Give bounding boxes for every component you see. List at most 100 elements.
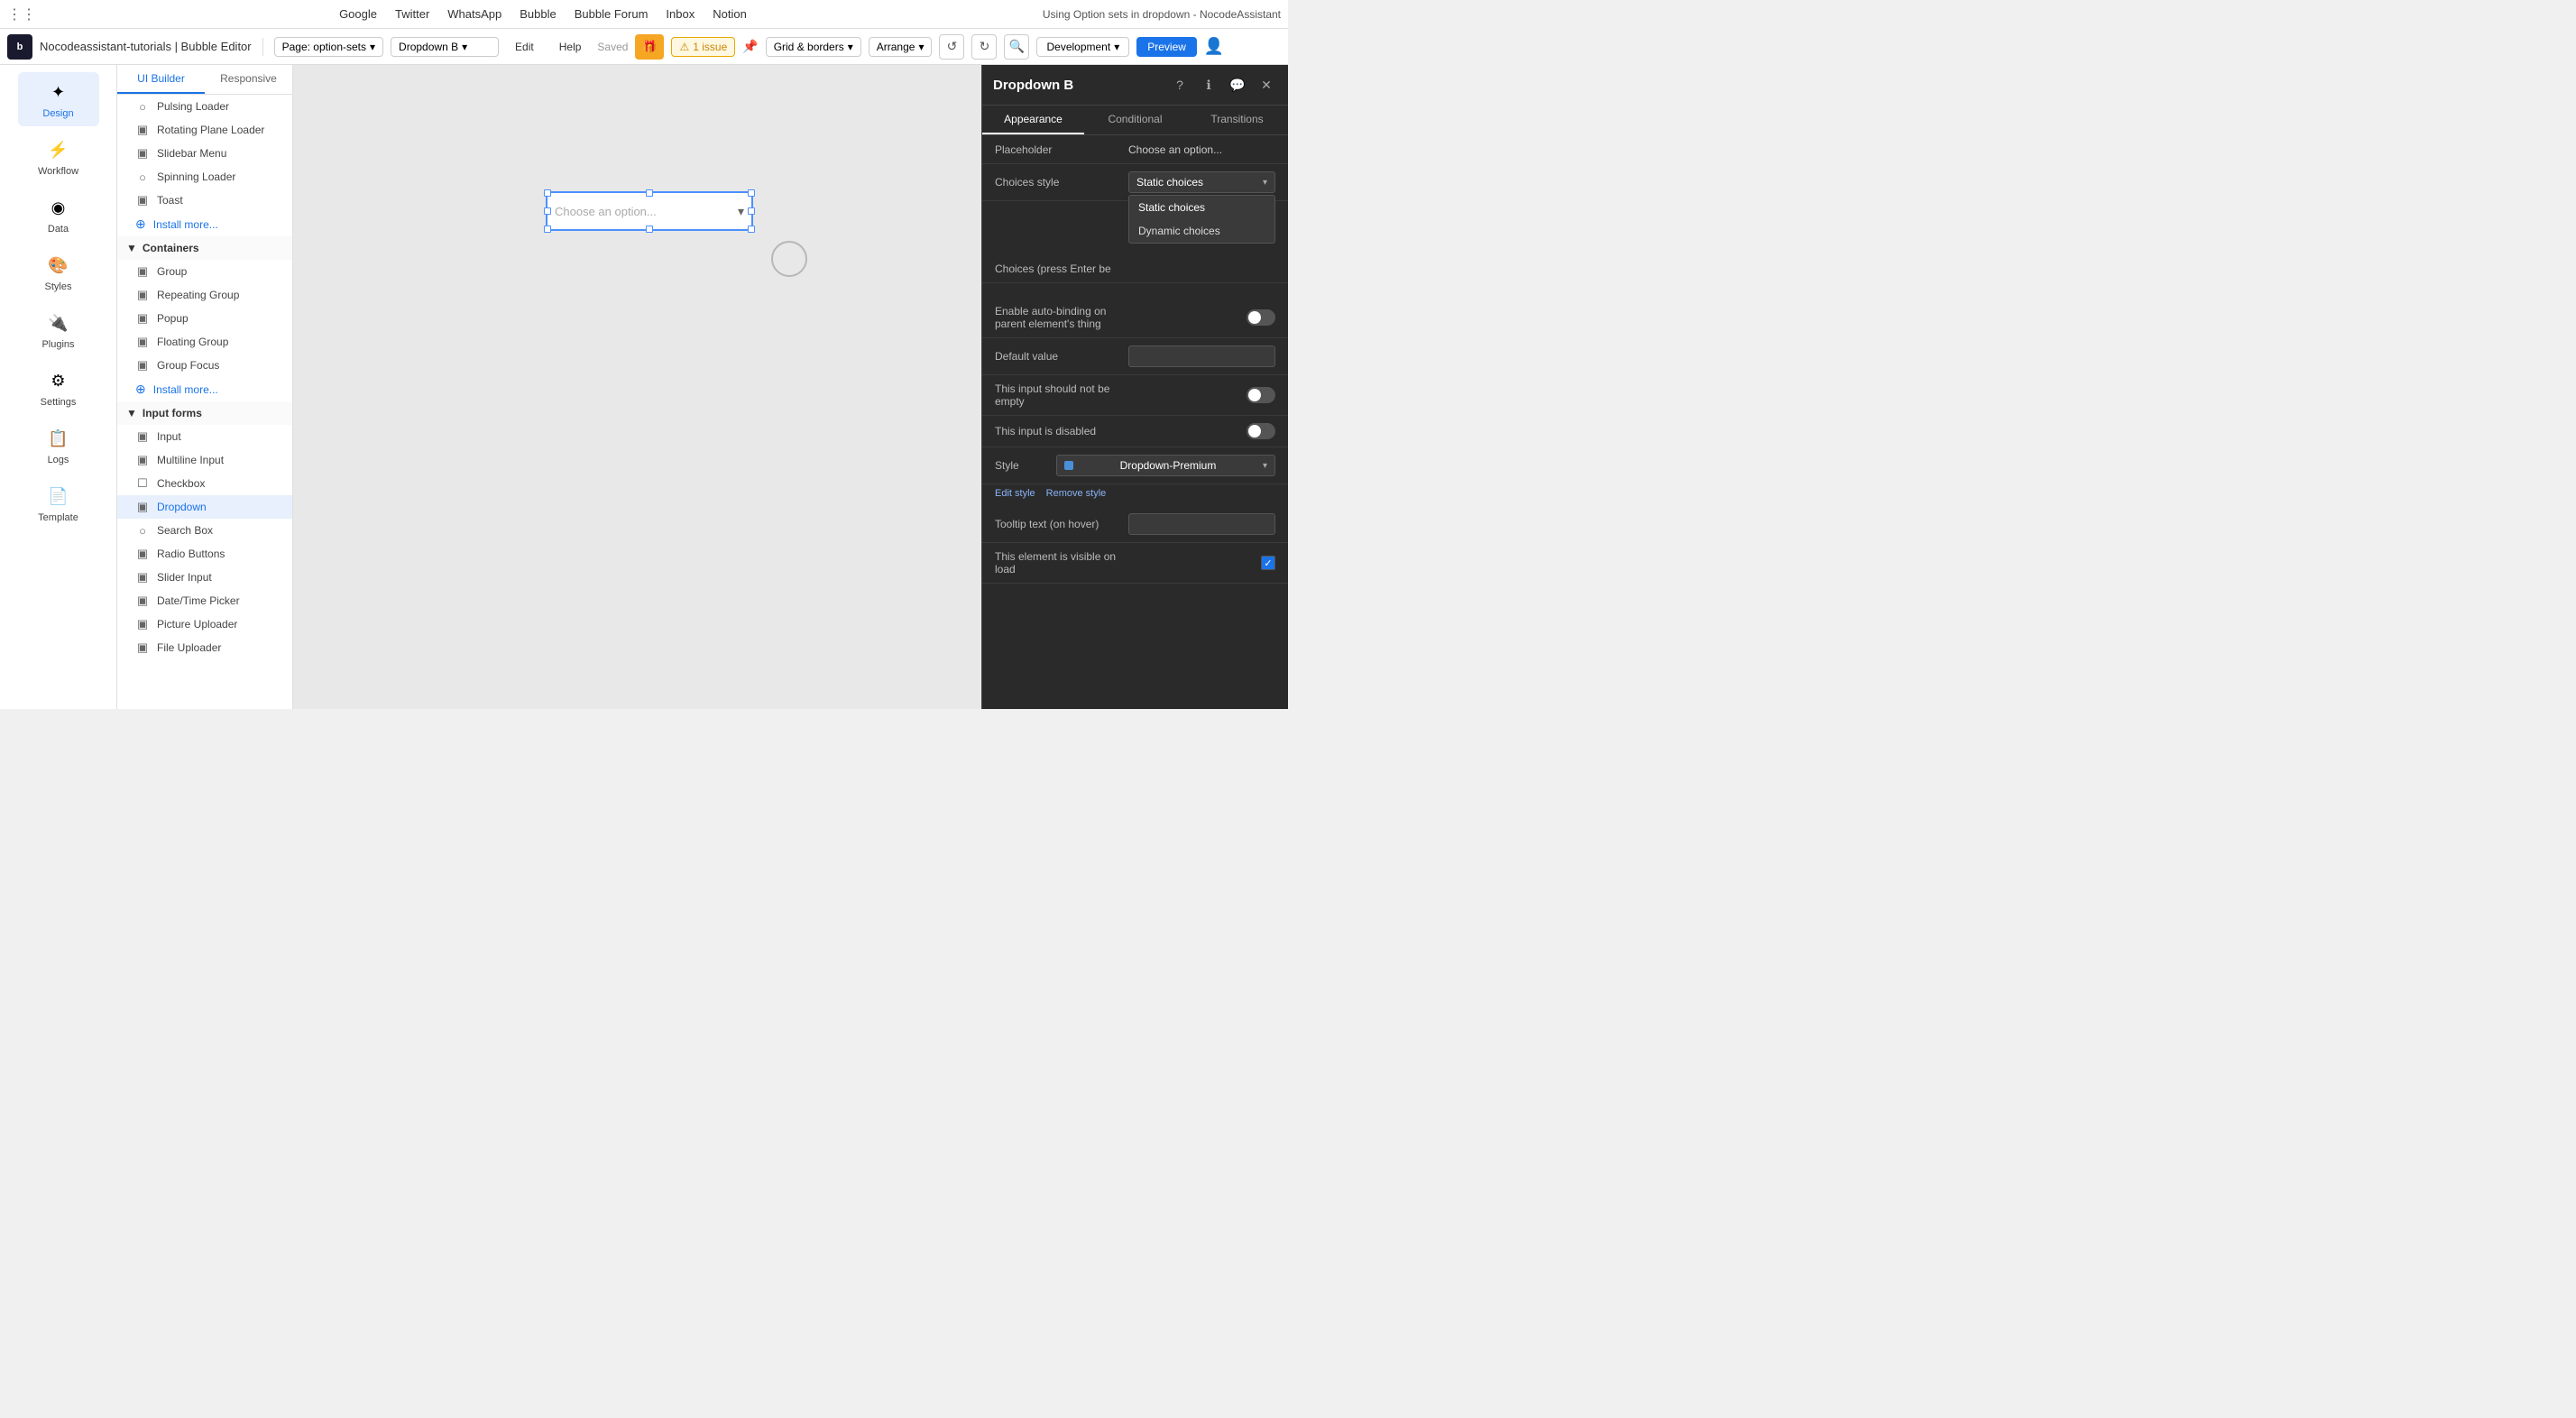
panel-item-input[interactable]: ▣ Input [117,425,292,448]
search-box-icon: ○ [135,523,150,538]
search-button[interactable]: 🔍 [1004,34,1029,60]
remove-style-link[interactable]: Remove style [1046,488,1107,499]
sidebar-item-logs[interactable]: 📋 Logs [18,419,99,473]
disabled-toggle[interactable] [1247,423,1275,439]
tab-responsive[interactable]: Responsive [205,65,292,94]
sidebar-item-template[interactable]: 📄 Template [18,476,99,530]
grid-borders-button[interactable]: Grid & borders ▾ [766,37,861,57]
comment-icon-button[interactable]: 💬 [1227,74,1248,96]
sidebar-item-design[interactable]: ✦ Design [18,72,99,126]
info-icon-button[interactable]: ℹ [1198,74,1219,96]
preview-button[interactable]: Preview [1136,37,1197,57]
top-bar-link[interactable]: Twitter [395,7,429,21]
top-bar-right-label: Using Option sets in dropdown - NocodeAs… [1043,8,1281,21]
panel-item-repeating-group[interactable]: ▣ Repeating Group [117,283,292,307]
slidebar-menu-icon: ▣ [135,146,150,161]
sidebar-item-styles[interactable]: 🎨 Styles [18,245,99,299]
panel-item-label: Date/Time Picker [157,594,240,607]
panel-item-search-box[interactable]: ○ Search Box [117,519,292,542]
choices-option-dynamic[interactable]: Dynamic choices [1129,219,1274,243]
visible-on-load-checkbox[interactable]: ✓ [1261,556,1275,570]
top-bar-link[interactable]: Bubble Forum [575,7,649,21]
user-avatar[interactable]: 👤 [1204,37,1224,56]
close-icon-button[interactable]: ✕ [1256,74,1277,96]
dev-arrow: ▾ [1114,41,1119,53]
panel-item-toast[interactable]: ▣ Toast [117,189,292,212]
components-panel: UI Builder Responsive ○ Pulsing Loader ▣… [117,65,293,709]
choices-style-dropdown-button[interactable]: Static choices ▾ [1128,171,1275,193]
tab-ui-builder[interactable]: UI Builder [117,65,205,94]
tab-appearance[interactable]: Appearance [982,106,1084,134]
panel-item-pulsing-loader[interactable]: ○ Pulsing Loader [117,95,292,118]
top-bar-link[interactable]: Notion [713,7,747,21]
placeholder-input[interactable] [1128,143,1275,156]
install-more-top[interactable]: ⊕ Install more... [117,212,292,236]
file-uploader-icon: ▣ [135,640,150,655]
panel-item-file-uploader[interactable]: ▣ File Uploader [117,636,292,659]
redo-button[interactable]: ↻ [971,34,997,60]
sidebar-item-plugins[interactable]: 🔌 Plugins [18,303,99,357]
top-bar-link[interactable]: Inbox [666,7,695,21]
install-more-label: Install more... [153,218,218,231]
sidebar-item-label-workflow: Workflow [38,166,78,177]
tab-conditional[interactable]: Conditional [1084,106,1186,134]
input-forms-section-header[interactable]: ▼ Input forms [117,401,292,425]
top-bar-link[interactable]: Google [339,7,377,21]
sidebar-item-settings[interactable]: ⚙ Settings [18,361,99,415]
panel-item-label: Dropdown [157,501,207,513]
not-empty-toggle[interactable] [1247,387,1275,403]
panel-item-multiline-input[interactable]: ▣ Multiline Input [117,448,292,472]
panel-item-floating-group[interactable]: ▣ Floating Group [117,330,292,354]
panel-item-dropdown[interactable]: ▣ Dropdown [117,495,292,519]
containers-section-header[interactable]: ▼ Containers [117,236,292,260]
dev-button[interactable]: Development ▾ [1036,37,1129,57]
canvas: Choose an option... ▾ [293,65,981,709]
panel-item-picture-uploader[interactable]: ▣ Picture Uploader [117,612,292,636]
panel-item-popup[interactable]: ▣ Popup [117,307,292,330]
panel-item-datetime-picker[interactable]: ▣ Date/Time Picker [117,589,292,612]
panel-item-spinning-loader[interactable]: ○ Spinning Loader [117,165,292,189]
group-icon: ▣ [135,264,150,279]
tooltip-row: Tooltip text (on hover) [982,506,1288,543]
issue-button[interactable]: ⚠ 1 issue [671,37,735,57]
choices-option-static[interactable]: Static choices [1129,196,1274,219]
panel-item-rotating-plane[interactable]: ▣ Rotating Plane Loader [117,118,292,142]
tooltip-input[interactable] [1128,513,1275,535]
gift-button[interactable]: 🎁 [635,34,664,60]
arrange-arrow: ▾ [918,41,924,53]
sidebar-item-data[interactable]: ◉ Data [18,188,99,242]
handle-mr [748,207,755,215]
undo-button[interactable]: ↺ [939,34,964,60]
dropdown-widget[interactable]: Choose an option... ▾ [546,191,753,231]
sidebar-item-workflow[interactable]: ⚡ Workflow [18,130,99,184]
install-more-containers[interactable]: ⊕ Install more... [117,377,292,401]
top-bar-link[interactable]: Bubble [520,7,556,21]
sidebar-item-label-data: Data [48,224,69,235]
element-select[interactable]: Dropdown B ▾ [391,37,499,57]
help-icon-button[interactable]: ? [1169,74,1191,96]
right-panel-actions: ? ℹ 💬 ✕ [1169,74,1277,96]
autobinding-label: Enable auto-binding on parent element's … [995,305,1121,330]
panel-item-checkbox[interactable]: ☐ Checkbox [117,472,292,495]
help-button[interactable]: Help [550,37,591,57]
tab-transitions[interactable]: Transitions [1186,106,1288,134]
choices-input-label: Choices (press Enter be [995,262,1121,275]
panel-item-group-focus[interactable]: ▣ Group Focus [117,354,292,377]
autobinding-toggle[interactable] [1247,309,1275,326]
rotating-plane-icon: ▣ [135,123,150,137]
default-value-input[interactable] [1128,345,1275,367]
panel-item-slider-input[interactable]: ▣ Slider Input [117,566,292,589]
edit-style-link[interactable]: Edit style [995,488,1035,499]
panel-item-radio-buttons[interactable]: ▣ Radio Buttons [117,542,292,566]
input-icon: ▣ [135,429,150,444]
top-bar-link[interactable]: WhatsApp [447,7,501,21]
main-layout: ✦ Design ⚡ Workflow ◉ Data 🎨 Styles 🔌 Pl… [0,65,1288,709]
panel-item-slidebar-menu[interactable]: ▣ Slidebar Menu [117,142,292,165]
page-select[interactable]: Page: option-sets ▾ [274,37,383,57]
panel-item-group[interactable]: ▣ Group [117,260,292,283]
top-bar-links: Google Twitter WhatsApp Bubble Bubble Forum I… [58,7,1028,21]
style-dropdown-button[interactable]: Dropdown-Premium ▾ [1056,455,1275,476]
edit-button[interactable]: Edit [506,37,543,57]
editor-bar: b Nocodeassistant-tutorials | Bubble Edi… [0,29,1288,65]
arrange-button[interactable]: Arrange ▾ [869,37,933,57]
